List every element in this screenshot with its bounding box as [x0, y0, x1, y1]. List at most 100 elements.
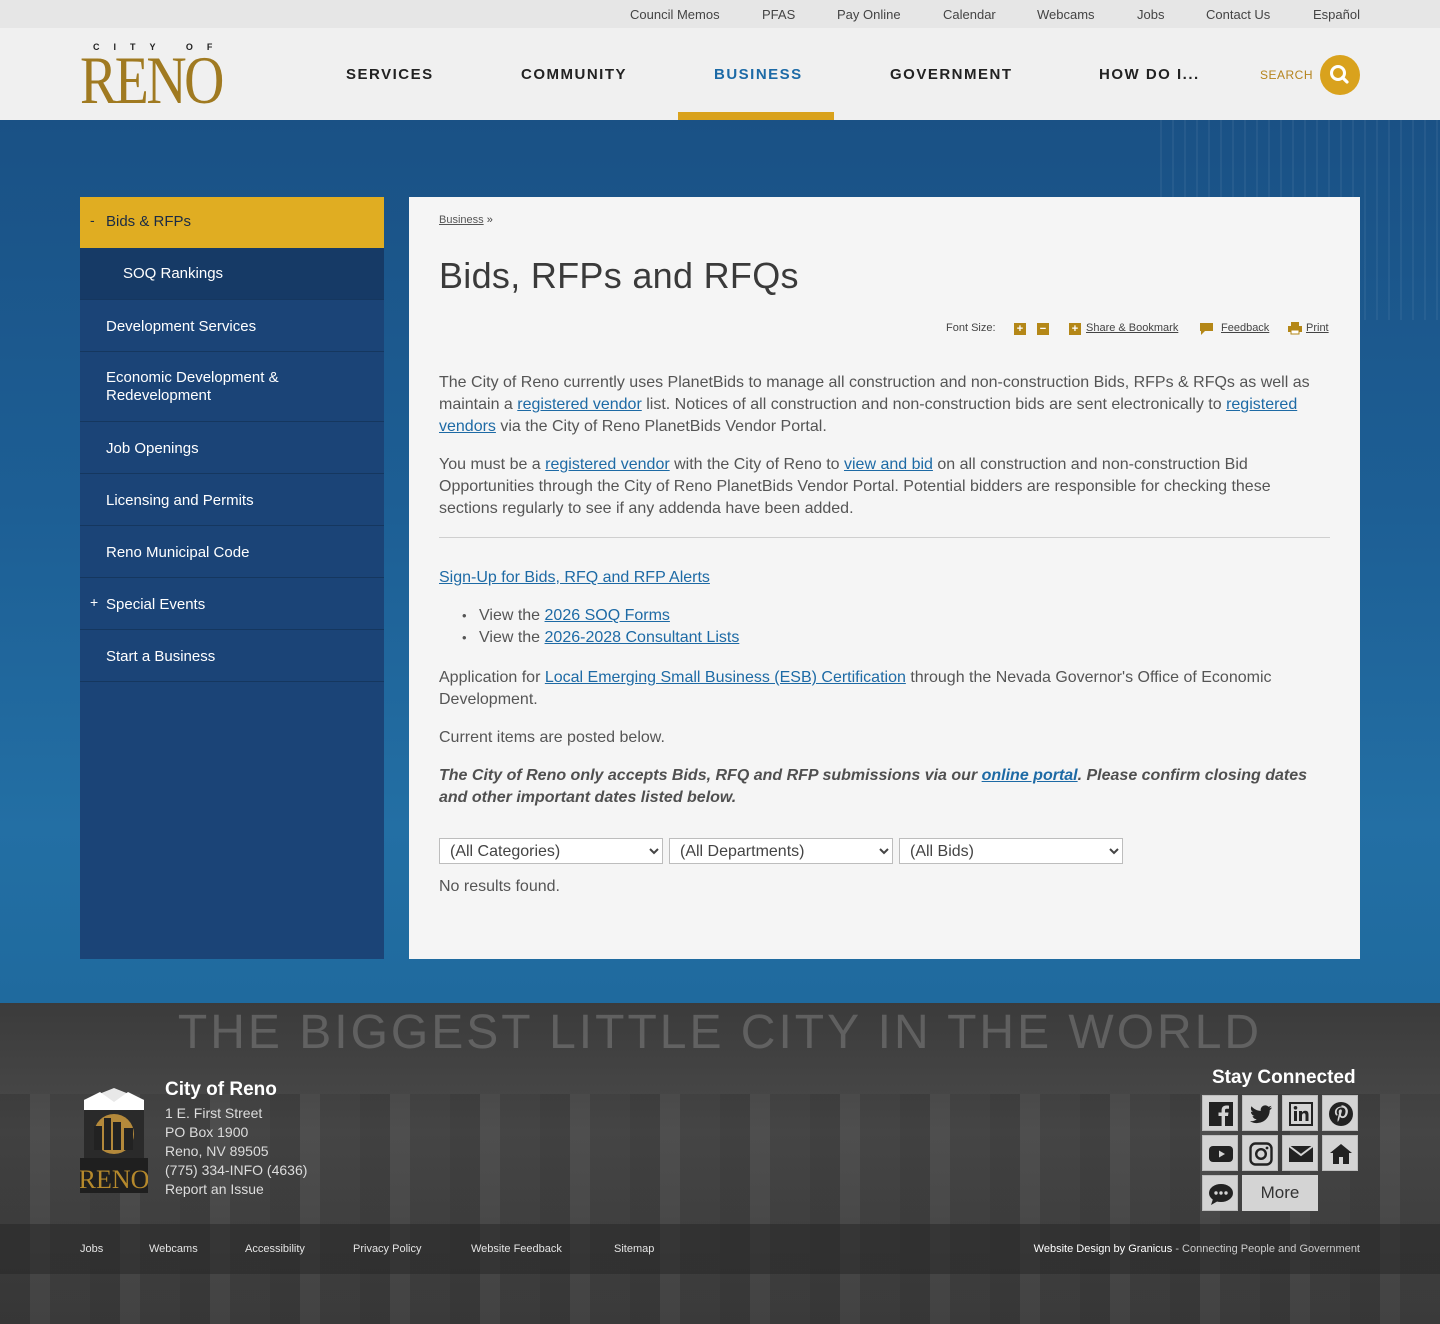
- esb-paragraph: Application for Local Emerging Small Bus…: [439, 667, 1329, 711]
- utility-link-calendar[interactable]: Calendar: [943, 7, 996, 22]
- intro-paragraph: The City of Reno currently uses PlanetBi…: [439, 372, 1329, 438]
- sidebar-item-development-services[interactable]: Development Services: [80, 300, 384, 352]
- print-link[interactable]: Print: [1306, 322, 1329, 334]
- department-filter[interactable]: (All Departments): [669, 838, 893, 864]
- address-line: Reno, NV 89505: [165, 1143, 269, 1159]
- design-credit: Website Design by Granicus - Connecting …: [1034, 1243, 1360, 1255]
- sidebar-item-soq-rankings[interactable]: SOQ Rankings: [80, 248, 384, 300]
- utility-link-jobs[interactable]: Jobs: [1137, 7, 1164, 22]
- sidebar-item-label: Licensing and Permits: [106, 492, 254, 509]
- breadcrumb: Business »: [439, 214, 493, 226]
- view-and-bid-link[interactable]: view and bid: [844, 456, 933, 473]
- search-label[interactable]: SEARCH: [1260, 68, 1313, 82]
- sidebar-item-bids-rfps[interactable]: - Bids & RFPs: [80, 197, 384, 248]
- svg-text:RENO: RENO: [80, 1165, 148, 1193]
- twitter-button[interactable]: [1242, 1095, 1278, 1131]
- sidebar-item-municipal-code[interactable]: Reno Municipal Code: [80, 526, 384, 578]
- footer-link-website-feedback[interactable]: Website Feedback: [471, 1243, 562, 1255]
- text: View the: [479, 629, 545, 646]
- sidebar-item-licensing-permits[interactable]: Licensing and Permits: [80, 474, 384, 526]
- youtube-button[interactable]: [1202, 1135, 1238, 1171]
- page-title: Bids, RFPs and RFQs: [439, 255, 799, 296]
- sidebar-item-label: Start a Business: [106, 648, 216, 665]
- chat-button[interactable]: [1202, 1175, 1238, 1211]
- sidebar-item-special-events[interactable]: + Special Events: [80, 578, 384, 630]
- font-decrease-icon[interactable]: −: [1037, 323, 1049, 335]
- portal-notice: The City of Reno only accepts Bids, RFQ …: [439, 765, 1329, 809]
- utility-link-council-memos[interactable]: Council Memos: [630, 7, 720, 22]
- feedback-link[interactable]: Feedback: [1221, 322, 1269, 334]
- utility-link-webcams[interactable]: Webcams: [1037, 7, 1095, 22]
- pinterest-button[interactable]: [1322, 1095, 1358, 1131]
- content-panel: Business » Bids, RFPs and RFQs Font Size…: [409, 197, 1360, 959]
- site-footer: THE BIGGEST LITTLE CITY IN THE WORLD REN…: [0, 1003, 1440, 1324]
- nav-business[interactable]: BUSINESS: [714, 66, 803, 83]
- online-portal-link[interactable]: online portal: [982, 767, 1078, 784]
- text: The City of Reno only accepts Bids, RFQ …: [439, 767, 982, 784]
- feedback-text[interactable]: Feedback: [1221, 322, 1269, 334]
- breadcrumb-business[interactable]: Business: [439, 214, 484, 226]
- category-filter[interactable]: (All Categories): [439, 838, 663, 864]
- address-line: 1 E. First Street: [165, 1105, 263, 1121]
- more-social-button[interactable]: More: [1242, 1175, 1318, 1211]
- sidebar-item-label: Special Events: [106, 596, 206, 613]
- search-button[interactable]: [1320, 55, 1360, 95]
- esb-certification-link[interactable]: Local Emerging Small Business (ESB) Cert…: [545, 669, 906, 686]
- bid-status-filter[interactable]: (All Bids): [899, 838, 1123, 864]
- utility-link-pay-online[interactable]: Pay Online: [837, 7, 901, 22]
- print-text[interactable]: Print: [1306, 322, 1329, 334]
- footer-link-webcams[interactable]: Webcams: [149, 1243, 198, 1255]
- font-increase-icon[interactable]: +: [1014, 323, 1026, 335]
- footer-link-sitemap[interactable]: Sitemap: [614, 1243, 654, 1255]
- font-size-label: Font Size:: [946, 322, 996, 334]
- soq-forms-link[interactable]: 2026 SOQ Forms: [545, 607, 670, 624]
- utility-link-pfas[interactable]: PFAS: [762, 7, 795, 22]
- email-icon: [1288, 1145, 1314, 1162]
- list-item: View the 2026 SOQ Forms: [439, 605, 739, 627]
- phone-number[interactable]: (775) 334-INFO (4636): [165, 1161, 307, 1180]
- logo-reno: RENO: [80, 42, 224, 118]
- utility-link-espanol[interactable]: Español: [1313, 7, 1360, 22]
- footer-org-name: City of Reno: [165, 1079, 277, 1100]
- requirement-paragraph: You must be a registered vendor with the…: [439, 454, 1329, 520]
- text: with the City of Reno to: [669, 456, 844, 473]
- nav-community[interactable]: COMMUNITY: [521, 66, 627, 83]
- city-logo[interactable]: CITY OF RENO: [80, 40, 240, 118]
- collapse-marker: -: [90, 212, 95, 228]
- report-issue-link[interactable]: Report an Issue: [165, 1180, 307, 1199]
- expand-marker[interactable]: +: [90, 594, 98, 610]
- sidebar-item-label: Job Openings: [106, 440, 199, 457]
- footer-link-accessibility[interactable]: Accessibility: [245, 1243, 305, 1255]
- sidebar-item-job-openings[interactable]: Job Openings: [80, 422, 384, 474]
- city-seal-logo[interactable]: RENO: [80, 1088, 148, 1193]
- resource-list: View the 2026 SOQ Forms View the 2026-20…: [439, 605, 739, 649]
- footer-link-jobs[interactable]: Jobs: [80, 1243, 103, 1255]
- email-button[interactable]: [1282, 1135, 1318, 1171]
- instagram-icon: [1249, 1142, 1273, 1166]
- share-bookmark-link[interactable]: Share & Bookmark: [1086, 322, 1178, 334]
- sidebar-item-economic-development[interactable]: Economic Development & Redevelopment: [80, 352, 384, 422]
- nav-how-do-i[interactable]: HOW DO I...: [1099, 66, 1200, 83]
- sidebar-item-label: Development Services: [106, 318, 257, 335]
- registered-vendor-link[interactable]: registered vendor: [517, 396, 642, 413]
- consultant-lists-link[interactable]: 2026-2028 Consultant Lists: [545, 629, 740, 646]
- footer-link-privacy-policy[interactable]: Privacy Policy: [353, 1243, 421, 1255]
- credit-tagline: - Connecting People and Government: [1172, 1243, 1360, 1255]
- list-item: View the 2026-2028 Consultant Lists: [439, 627, 739, 649]
- facebook-button[interactable]: [1202, 1095, 1238, 1131]
- breadcrumb-separator: »: [486, 214, 493, 226]
- nav-services[interactable]: SERVICES: [346, 66, 434, 83]
- linkedin-button[interactable]: [1282, 1095, 1318, 1131]
- linkedin-icon: [1289, 1102, 1313, 1126]
- sidebar-item-label: Reno Municipal Code: [106, 544, 250, 561]
- signup-alerts-link[interactable]: Sign-Up for Bids, RFQ and RFP Alerts: [439, 569, 710, 586]
- share-bookmark-text[interactable]: Share & Bookmark: [1086, 322, 1178, 334]
- instagram-button[interactable]: [1242, 1135, 1278, 1171]
- granicus-link[interactable]: Website Design by Granicus: [1034, 1243, 1173, 1255]
- nextdoor-button[interactable]: [1322, 1135, 1358, 1171]
- nav-government[interactable]: GOVERNMENT: [890, 66, 1013, 83]
- utility-bar: Council Memos PFAS Pay Online Calendar W…: [0, 0, 1440, 28]
- utility-link-contact-us[interactable]: Contact Us: [1206, 7, 1270, 22]
- registered-vendor-link[interactable]: registered vendor: [545, 456, 670, 473]
- sidebar-item-start-business[interactable]: Start a Business: [80, 630, 384, 682]
